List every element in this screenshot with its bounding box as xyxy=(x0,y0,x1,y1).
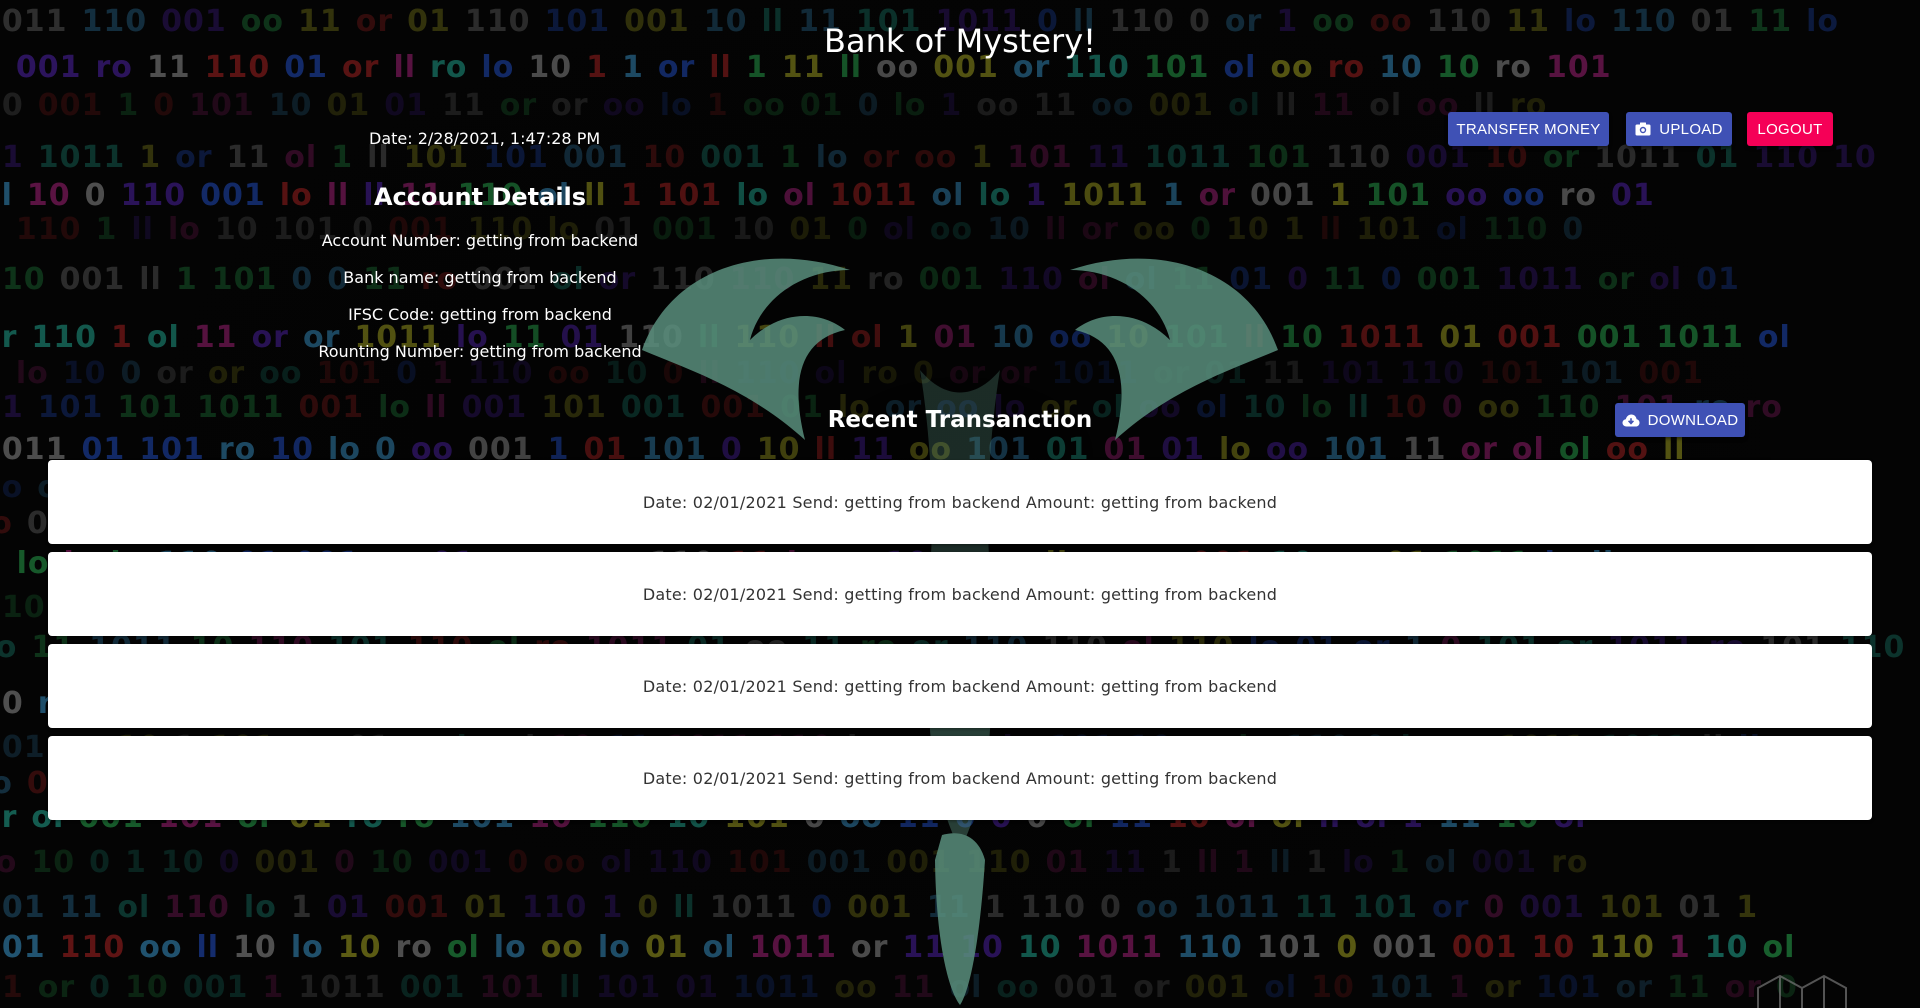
ifsc-code: IFSC Code: getting from backend xyxy=(348,305,612,324)
upload-button[interactable]: UPLOAD xyxy=(1626,112,1732,146)
camera-icon xyxy=(1635,122,1651,136)
current-date: Date: 2/28/2021, 1:47:28 PM xyxy=(369,129,601,148)
logout-label: LOGOUT xyxy=(1757,120,1823,138)
transaction-text: Date: 02/01/2021 Send: getting from back… xyxy=(642,768,1278,788)
transaction-list: Date: 02/01/2021 Send: getting from back… xyxy=(48,460,1872,828)
bank-name: Bank name: getting from backend xyxy=(343,268,617,287)
account-number: Account Number: getting from backend xyxy=(321,231,639,250)
transaction-text: Date: 02/01/2021 Send: getting from back… xyxy=(642,492,1278,512)
transfer-money-label: TRANSFER MONEY xyxy=(1456,120,1601,138)
account-details-title: Account Details xyxy=(373,183,587,211)
transaction-card[interactable]: Date: 02/01/2021 Send: getting from back… xyxy=(48,644,1872,728)
routing-number: Rounting Number: getting from backend xyxy=(318,342,642,361)
download-button[interactable]: DOWNLOAD xyxy=(1615,403,1745,437)
transaction-text: Date: 02/01/2021 Send: getting from back… xyxy=(642,676,1278,696)
page: 1011110001oo11or0111010100110ll111011011… xyxy=(0,0,1920,1008)
cube-logo-icon xyxy=(1757,974,1847,1008)
account-details: Account Details Account Number: getting … xyxy=(300,183,660,379)
cloud-download-icon xyxy=(1622,414,1640,426)
transaction-card[interactable]: Date: 02/01/2021 Send: getting from back… xyxy=(48,460,1872,544)
upload-label: UPLOAD xyxy=(1659,120,1723,138)
logout-button[interactable]: LOGOUT xyxy=(1747,112,1833,146)
transfer-money-button[interactable]: TRANSFER MONEY xyxy=(1448,112,1609,146)
page-title: Bank of Mystery! xyxy=(824,22,1096,60)
transaction-text: Date: 02/01/2021 Send: getting from back… xyxy=(642,584,1278,604)
transaction-card[interactable]: Date: 02/01/2021 Send: getting from back… xyxy=(48,736,1872,820)
transaction-card[interactable]: Date: 02/01/2021 Send: getting from back… xyxy=(48,552,1872,636)
download-label: DOWNLOAD xyxy=(1647,411,1739,429)
